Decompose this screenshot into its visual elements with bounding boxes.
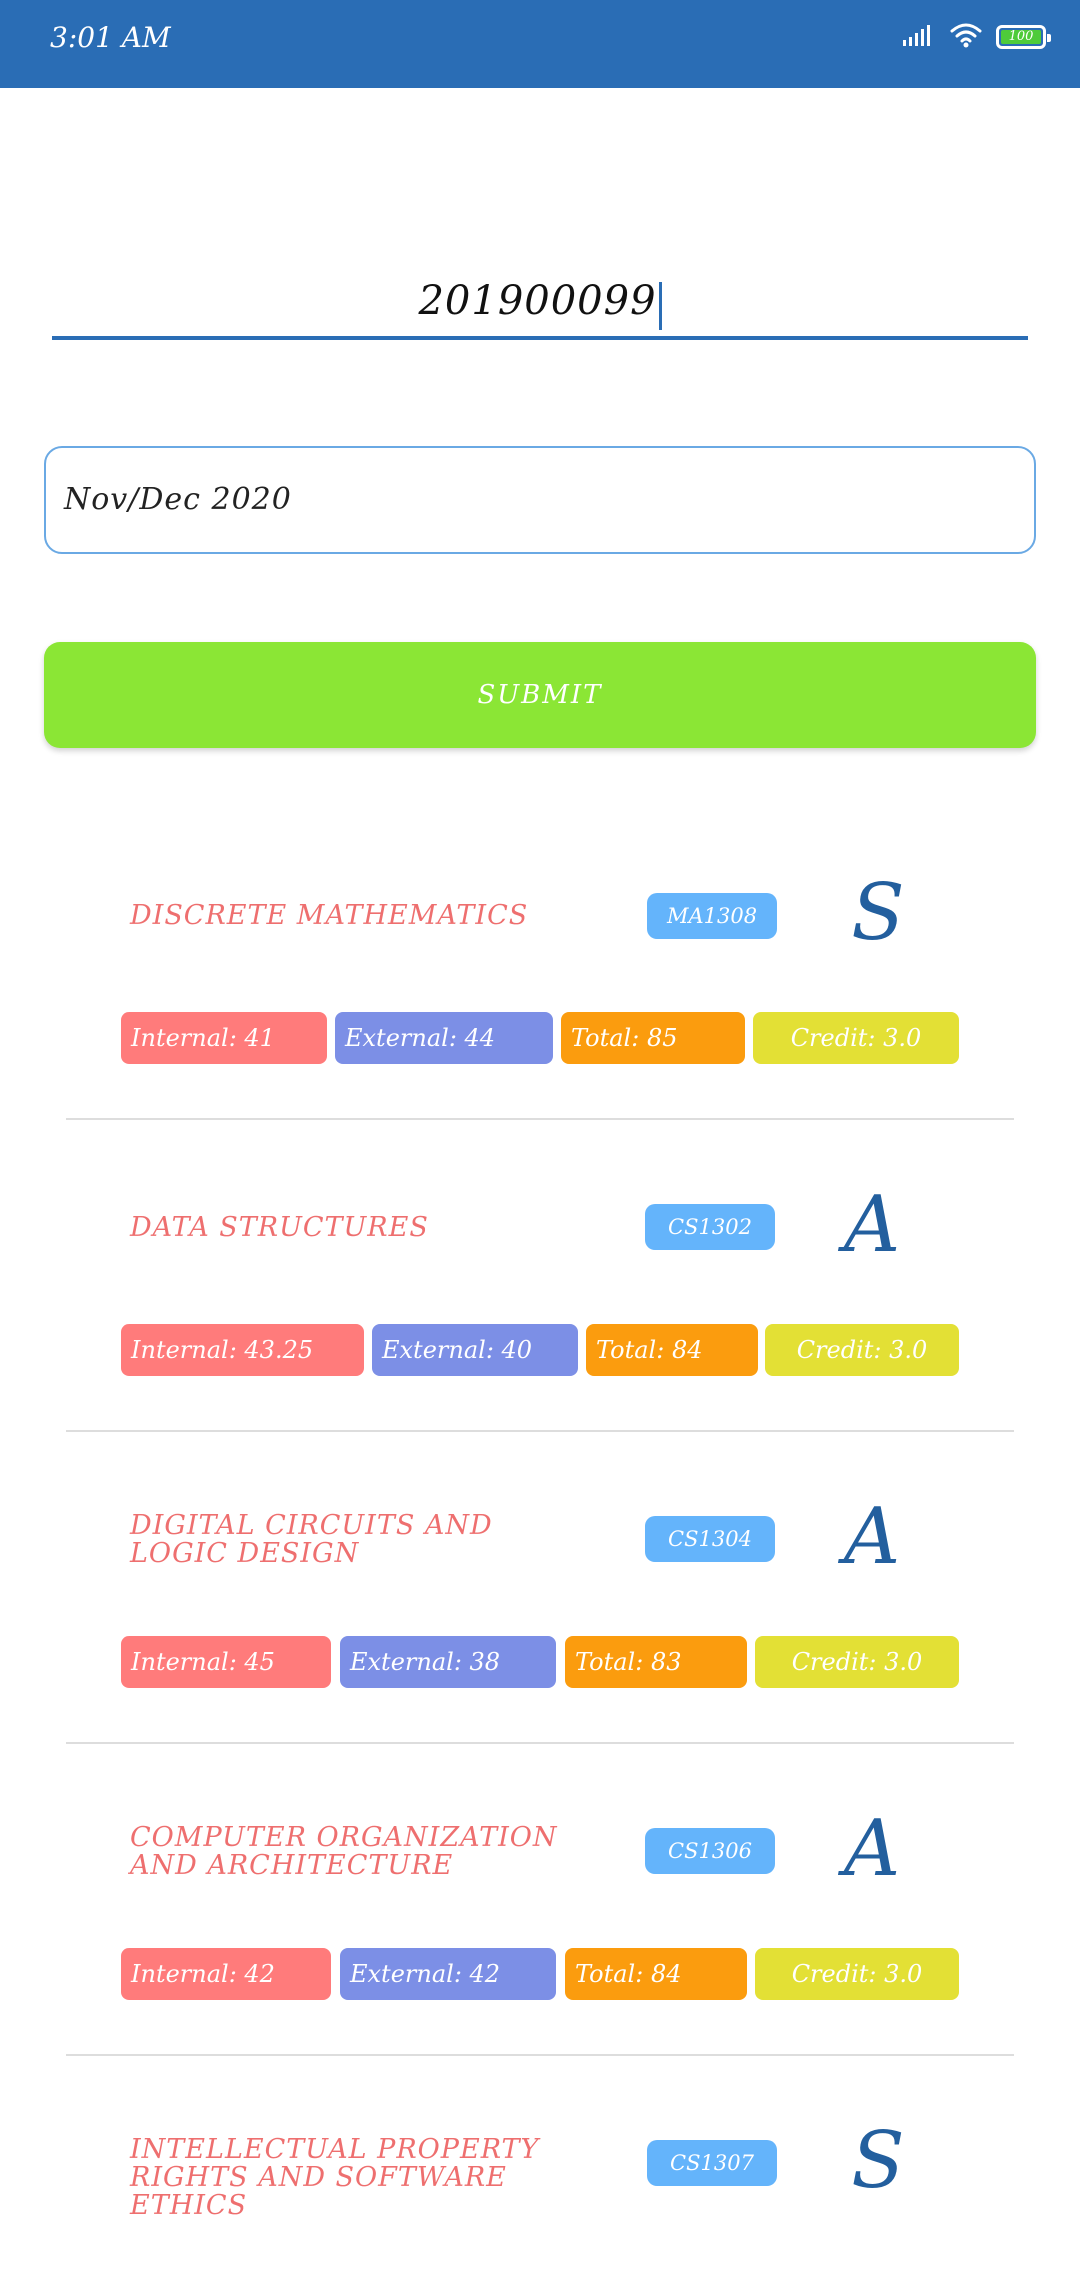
total-marks-chip: Total: 84 [586,1324,758,1376]
credit-marks-chip: Credit: 3.0 [765,1324,959,1376]
exam-session-select[interactable]: Nov/Dec 2020 [44,446,1036,554]
credit-marks-chip: Credit: 3.0 [755,1948,959,2000]
battery-icon: 100 [996,25,1051,49]
course-divider [66,1742,1014,1744]
status-time: 3:01 AM [50,21,171,54]
battery-percent: 100 [1008,29,1034,44]
course-grade: S [851,868,905,958]
status-bar: 3:01 AM 100 [0,0,1080,88]
internal-marks-chip: Internal: 45 [121,1636,331,1688]
reg-number-value: 201900099 [418,278,657,324]
course-divider [66,1118,1014,1120]
text-caret [658,281,662,330]
credit-marks-chip: Credit: 3.0 [753,1012,959,1064]
external-marks-chip: External: 38 [340,1636,556,1688]
wifi-icon [950,22,982,52]
course-divider [66,2054,1014,2056]
internal-marks-chip: Internal: 41 [121,1012,327,1064]
course-divider [66,1430,1014,1432]
course-code-badge: CS1304 [645,1516,775,1562]
course-code-badge: CS1306 [645,1828,775,1874]
status-icons: 100 [902,22,1051,52]
external-marks-chip: External: 40 [372,1324,578,1376]
reg-number-input[interactable]: 201900099 [52,270,1028,340]
internal-marks-chip: Internal: 42 [121,1948,331,2000]
course-grade: S [851,2116,905,2206]
course-name: DATA STRUCTURES [130,1212,429,1243]
course-grade: A [843,1804,901,1894]
course-grade: A [843,1492,901,1582]
total-marks-chip: Total: 85 [561,1012,745,1064]
external-marks-chip: External: 44 [335,1012,553,1064]
marks-row: Internal: 43.25 External: 40 Total: 84 Cred… [0,1324,1080,1376]
marks-row: Internal: 45 External: 38 Total: 83 Credit:… [0,1636,1080,1688]
course-name: DISCRETE MATHEMATICS [130,900,529,931]
submit-button[interactable]: SUBMIT [44,642,1036,748]
course-code-badge: CS1307 [647,2140,777,2186]
total-marks-chip: Total: 84 [565,1948,747,2000]
internal-marks-chip: Internal: 43.25 [121,1324,364,1376]
course-code-badge: MA1308 [647,893,777,939]
course-name: COMPUTER ORGANIZATION AND ARCHITECTURE [130,1822,558,1881]
course-name: INTELLECTUAL PROPERTY RIGHTS AND SOFTWAR… [130,2134,540,2221]
exam-session-value: Nov/Dec 2020 [64,482,292,517]
battery-tip [1047,34,1051,42]
total-marks-chip: Total: 83 [565,1636,747,1688]
marks-row: Internal: 41 External: 44 Total: 85 Credit:… [0,1012,1080,1064]
signal-icon [902,23,936,51]
course-name: DIGITAL CIRCUITS AND LOGIC DESIGN [130,1510,493,1569]
external-marks-chip: External: 42 [340,1948,556,2000]
credit-marks-chip: Credit: 3.0 [755,1636,959,1688]
marks-row: Internal: 42 External: 42 Total: 84 Credit:… [0,1948,1080,2000]
course-grade: A [843,1180,901,1270]
course-code-badge: CS1302 [645,1204,775,1250]
